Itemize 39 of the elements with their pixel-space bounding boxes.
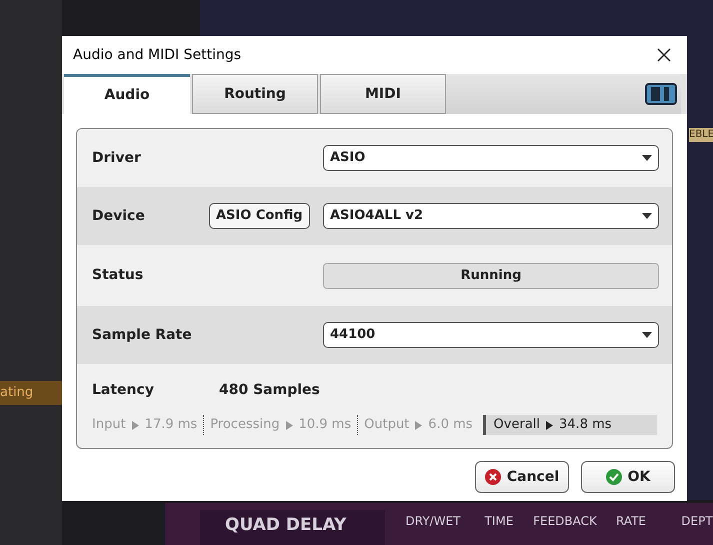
latency-stage: Input 17.9 ms: [92, 415, 204, 435]
latency-stage: Processing 10.9 ms: [210, 415, 358, 435]
caret-icon: [642, 213, 652, 219]
caret-icon: [642, 155, 652, 161]
tab[interactable]: Audio: [64, 74, 190, 114]
tab[interactable]: Routing: [192, 74, 318, 114]
dropdown[interactable]: ASIO: [323, 145, 659, 171]
status-display: Running: [323, 262, 659, 288]
arrow-icon: [415, 420, 422, 430]
dropdown[interactable]: 44100: [323, 322, 659, 348]
tab[interactable]: MIDI: [320, 74, 446, 114]
field-label: Status: [92, 266, 144, 285]
caret-icon: [642, 332, 652, 338]
latency-value: 480 Samples: [219, 380, 320, 400]
field-label: Driver: [92, 148, 142, 168]
window-title: Audio and MIDI Settings: [73, 46, 242, 64]
cross-icon: [484, 469, 501, 485]
knob-label: DRY/WET: [406, 513, 460, 530]
arrow-icon: [546, 420, 554, 430]
latency-stage: Overall 34.8 ms: [482, 415, 657, 435]
plugin-title: QUAD DELAY: [200, 510, 385, 545]
dropdown[interactable]: ASIO4ALL v2: [323, 203, 659, 229]
check-icon: [606, 469, 622, 485]
knob-label: TIME: [484, 513, 514, 530]
track-label: ating: [0, 381, 62, 405]
close-icon: [657, 48, 671, 62]
arrow-icon: [132, 420, 139, 430]
knob-label: RATE: [616, 513, 646, 530]
field-label: Sample Rate: [92, 326, 193, 344]
logo-icon: [645, 83, 677, 105]
ok-button[interactable]: OK: [581, 461, 675, 493]
knob-label: FEEDBACK: [533, 513, 597, 530]
latency-label: Latency: [92, 380, 155, 400]
arrow-icon: [286, 420, 293, 430]
config-button[interactable]: ASIO Config: [209, 203, 310, 229]
cancel-button[interactable]: Cancel: [475, 461, 569, 493]
latency-stage: Output 6.0 ms: [364, 416, 474, 434]
field-label: Device: [92, 206, 146, 226]
knob-label: DEPT: [681, 513, 713, 530]
